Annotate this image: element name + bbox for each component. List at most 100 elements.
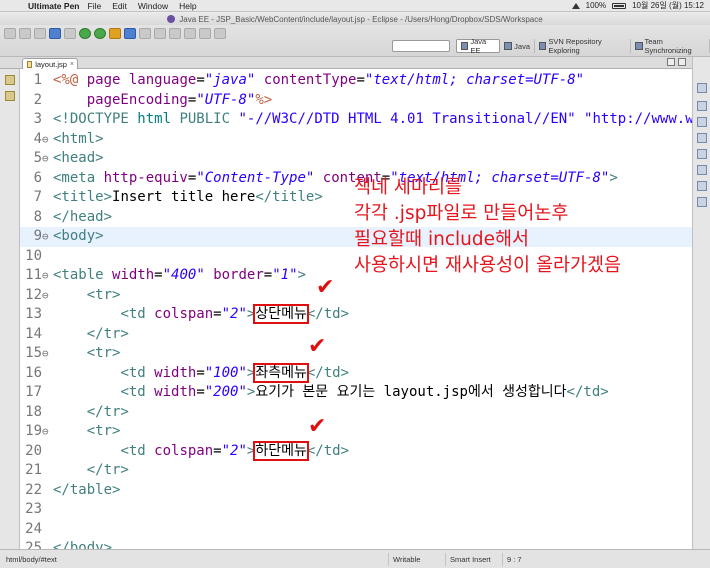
forward-icon[interactable] <box>214 27 226 39</box>
code-token: contentType <box>263 72 357 88</box>
battery-icon[interactable] <box>612 2 627 9</box>
code-line[interactable]: 18 </tr> <box>20 403 692 423</box>
code-token: = <box>263 267 273 283</box>
code-line[interactable]: 4 ⊖ <html> <box>20 130 692 150</box>
maximize-icon[interactable] <box>678 58 686 66</box>
code-line[interactable]: 3 <!DOCTYPE html PUBLIC "-//W3C//DTD HTML… <box>20 110 692 130</box>
code-line[interactable]: 12 ⊖ <tr> <box>20 286 692 306</box>
console-view-icon[interactable] <box>697 149 707 159</box>
tools-icon[interactable] <box>64 27 76 39</box>
svn-icon <box>539 42 547 50</box>
line-number: 12 <box>25 286 42 303</box>
fold-toggle-icon[interactable]: ⊖ <box>42 344 52 364</box>
app-menu[interactable]: Ultimate Pen <box>28 1 80 11</box>
fold-toggle-icon[interactable]: ⊖ <box>42 130 52 150</box>
code-text: </tr> <box>53 461 129 481</box>
code-token: border <box>213 267 264 283</box>
code-line[interactable]: 16 <td width="100">좌측메뉴</td> <box>20 362 692 384</box>
fold-toggle-icon[interactable]: ⊖ <box>42 227 52 247</box>
fold-toggle-icon[interactable]: ⊖ <box>42 149 52 169</box>
clock[interactable]: 10월 26일 (월) 15:12 <box>632 0 704 11</box>
code-line[interactable]: 20 <td colspan="2">하단메뉴</td> <box>20 440 692 462</box>
editor-tab-layout-jsp[interactable]: layout.jsp × <box>22 58 78 69</box>
menu-help[interactable]: Help <box>179 1 196 11</box>
code-editor[interactable]: 1 <%@ page language="java" contentType="t… <box>20 69 692 549</box>
problems-view-icon[interactable] <box>697 165 707 175</box>
perspective-java[interactable]: Java <box>500 39 536 53</box>
perspective-team-sync[interactable]: Team Synchronizing <box>631 37 710 55</box>
server-icon[interactable] <box>49 27 61 39</box>
new-java-project-icon[interactable] <box>124 27 136 39</box>
minimize-icon[interactable] <box>667 58 675 66</box>
code-token: width <box>154 364 197 381</box>
code-line[interactable]: 24 <box>20 520 692 540</box>
menu-window[interactable]: Window <box>138 1 168 11</box>
search-icon[interactable] <box>184 27 196 39</box>
perspective-java-ee[interactable]: Java EE <box>456 37 501 55</box>
fold-toggle-icon[interactable]: ⊖ <box>42 286 52 306</box>
new-class-icon[interactable] <box>154 27 166 39</box>
team-sync-icon <box>635 42 643 50</box>
code-line[interactable]: 13 <td colspan="2">상단메뉴</td> <box>20 304 692 325</box>
code-line[interactable]: 1 <%@ page language="java" contentType="t… <box>20 71 692 91</box>
save-icon[interactable] <box>19 27 31 39</box>
code-line[interactable]: 23 <box>20 500 692 520</box>
code-token: = <box>196 364 205 381</box>
back-icon[interactable] <box>199 27 211 39</box>
close-icon[interactable]: × <box>70 61 74 68</box>
wifi-icon[interactable] <box>571 2 580 9</box>
palette-view-icon[interactable] <box>697 133 707 143</box>
window-title: Java EE - JSP_Basic/WebContent/include/l… <box>179 14 543 24</box>
fold-toggle-icon[interactable]: ⊖ <box>42 266 52 286</box>
code-text: <!DOCTYPE html PUBLIC "-//W3C//DTD HTML … <box>53 110 692 130</box>
menubar-status-area: 100% 10월 26일 (월) 15:12 <box>571 0 710 11</box>
task-list-icon[interactable] <box>697 117 707 127</box>
code-text: <title>Insert title here</title> <box>53 188 323 208</box>
perspective-switcher: Java EE Java SVN Repository Exploring Te… <box>456 37 710 55</box>
code-line[interactable]: 2 pageEncoding="UTF-8"%> <box>20 91 692 111</box>
code-line[interactable]: 19 ⊖ <tr> <box>20 422 692 442</box>
line-number: 4 <box>33 130 42 147</box>
code-line[interactable]: 5 ⊖ <head> <box>20 149 692 169</box>
external-tools-icon[interactable] <box>109 27 121 39</box>
code-line[interactable]: 14 </tr> <box>20 325 692 345</box>
open-type-icon[interactable] <box>169 27 181 39</box>
line-number: 2 <box>33 91 42 108</box>
servers-view-icon[interactable] <box>697 181 707 191</box>
new-file-icon[interactable] <box>4 27 16 39</box>
quick-access-input[interactable] <box>392 40 450 52</box>
restore-view-icon[interactable] <box>697 83 707 93</box>
restore-view-icon[interactable] <box>5 75 15 85</box>
menu-edit[interactable]: Edit <box>112 1 127 11</box>
status-node-path: html/body/#text <box>6 555 57 564</box>
perspective-svn[interactable]: SVN Repository Exploring <box>535 37 632 55</box>
code-line[interactable]: 25 </body> <box>20 539 692 549</box>
code-token: "2" <box>221 442 247 459</box>
new-package-icon[interactable] <box>139 27 151 39</box>
code-line[interactable]: 21 </tr> <box>20 461 692 481</box>
line-number: 11 <box>25 267 42 283</box>
code-token: </td> <box>566 384 609 400</box>
project-explorer-icon[interactable] <box>5 91 15 101</box>
code-token: </tr> <box>86 325 129 342</box>
print-icon[interactable] <box>34 27 46 39</box>
code-text: <html> <box>53 130 104 150</box>
code-token: </td> <box>306 364 350 381</box>
line-number: 20 <box>25 442 42 459</box>
code-line[interactable]: 22 </table> <box>20 481 692 501</box>
run-icon[interactable] <box>94 27 106 39</box>
code-token: <td <box>120 306 155 322</box>
code-line[interactable]: 15 ⊖ <tr> <box>20 344 692 364</box>
menu-file[interactable]: File <box>88 1 102 11</box>
code-token: 요기가 본문 요기는 layout.jsp에서 생성합니다 <box>255 384 567 400</box>
line-number: 5 <box>33 150 42 166</box>
debug-icon[interactable] <box>79 27 91 39</box>
outline-view-icon[interactable] <box>697 101 707 111</box>
properties-view-icon[interactable] <box>697 197 707 207</box>
fold-toggle-icon[interactable]: ⊖ <box>42 422 52 442</box>
code-token: <!DOCTYPE <box>53 111 138 127</box>
code-line[interactable]: 17 <td width="200">요기가 본문 요기는 layout.jsp… <box>20 383 692 403</box>
